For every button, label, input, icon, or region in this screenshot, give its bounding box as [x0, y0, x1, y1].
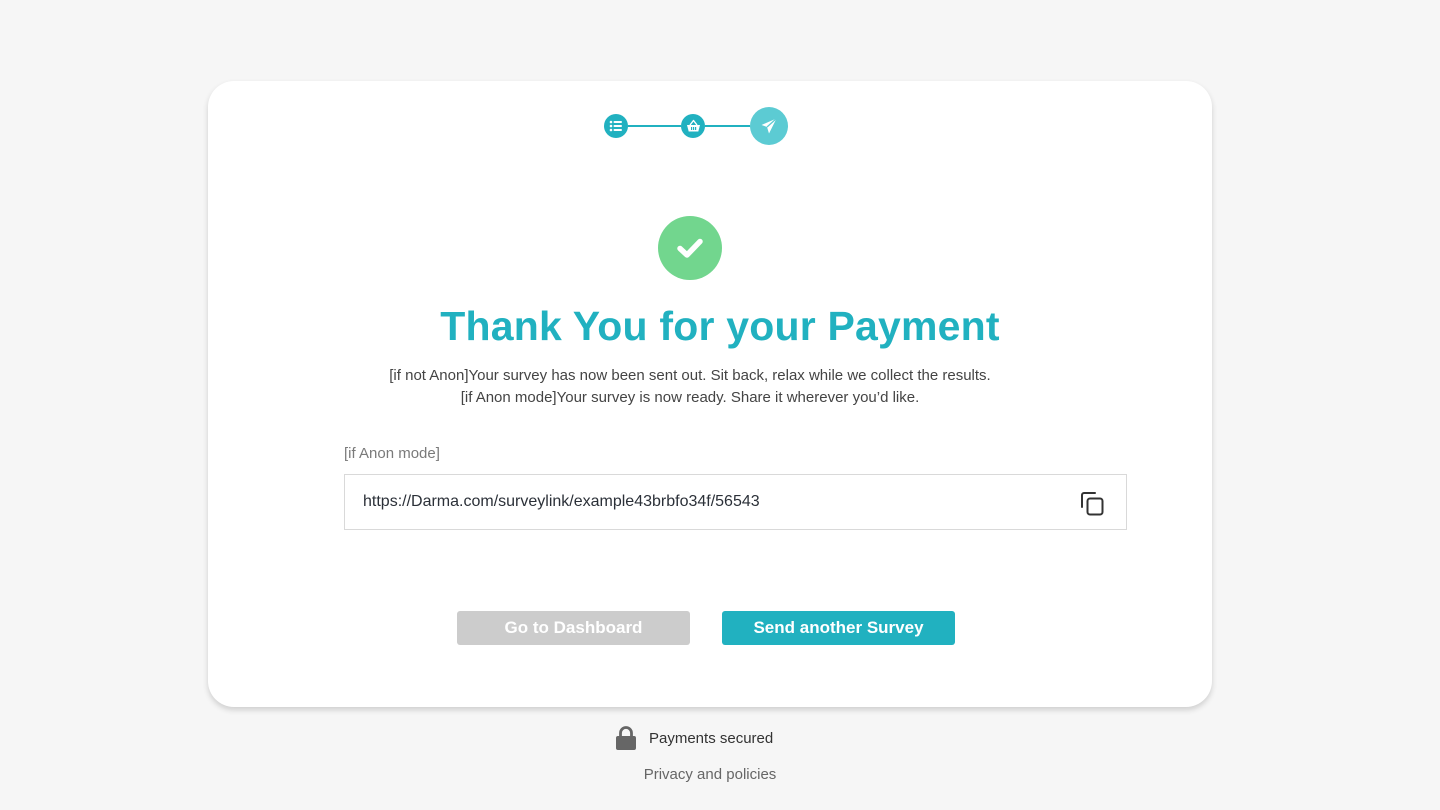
page-title: Thank You for your Payment [440, 303, 1000, 349]
survey-link-input[interactable] [363, 475, 1043, 529]
step-survey[interactable] [604, 114, 628, 138]
survey-link-field [344, 474, 1127, 530]
payments-secured-text: Payments secured [649, 729, 774, 747]
privacy-policies-link[interactable]: Privacy and policies [610, 766, 810, 783]
copy-icon [1081, 492, 1104, 516]
stepper-connector [628, 125, 681, 127]
lock-icon [616, 726, 636, 750]
message-not-anon: [if not Anon]Your survey has now been se… [389, 367, 991, 384]
message-anon: [if Anon mode]Your survey is now ready. … [460, 389, 920, 406]
step-send[interactable] [750, 107, 788, 145]
basket-icon [686, 119, 700, 132]
step-checkout[interactable] [681, 114, 705, 138]
check-circle-icon [677, 238, 703, 258]
go-to-dashboard-button[interactable]: Go to Dashboard [457, 611, 690, 645]
link-field-label: [if Anon mode] [344, 445, 440, 462]
send-icon [761, 118, 777, 134]
payments-secured: Payments secured [615, 726, 773, 750]
send-another-survey-button[interactable]: Send another Survey [722, 611, 955, 645]
success-badge [658, 216, 722, 280]
list-icon [609, 120, 622, 132]
progress-stepper [604, 107, 788, 145]
copy-link-button[interactable] [1078, 490, 1106, 518]
stepper-connector [705, 125, 750, 127]
